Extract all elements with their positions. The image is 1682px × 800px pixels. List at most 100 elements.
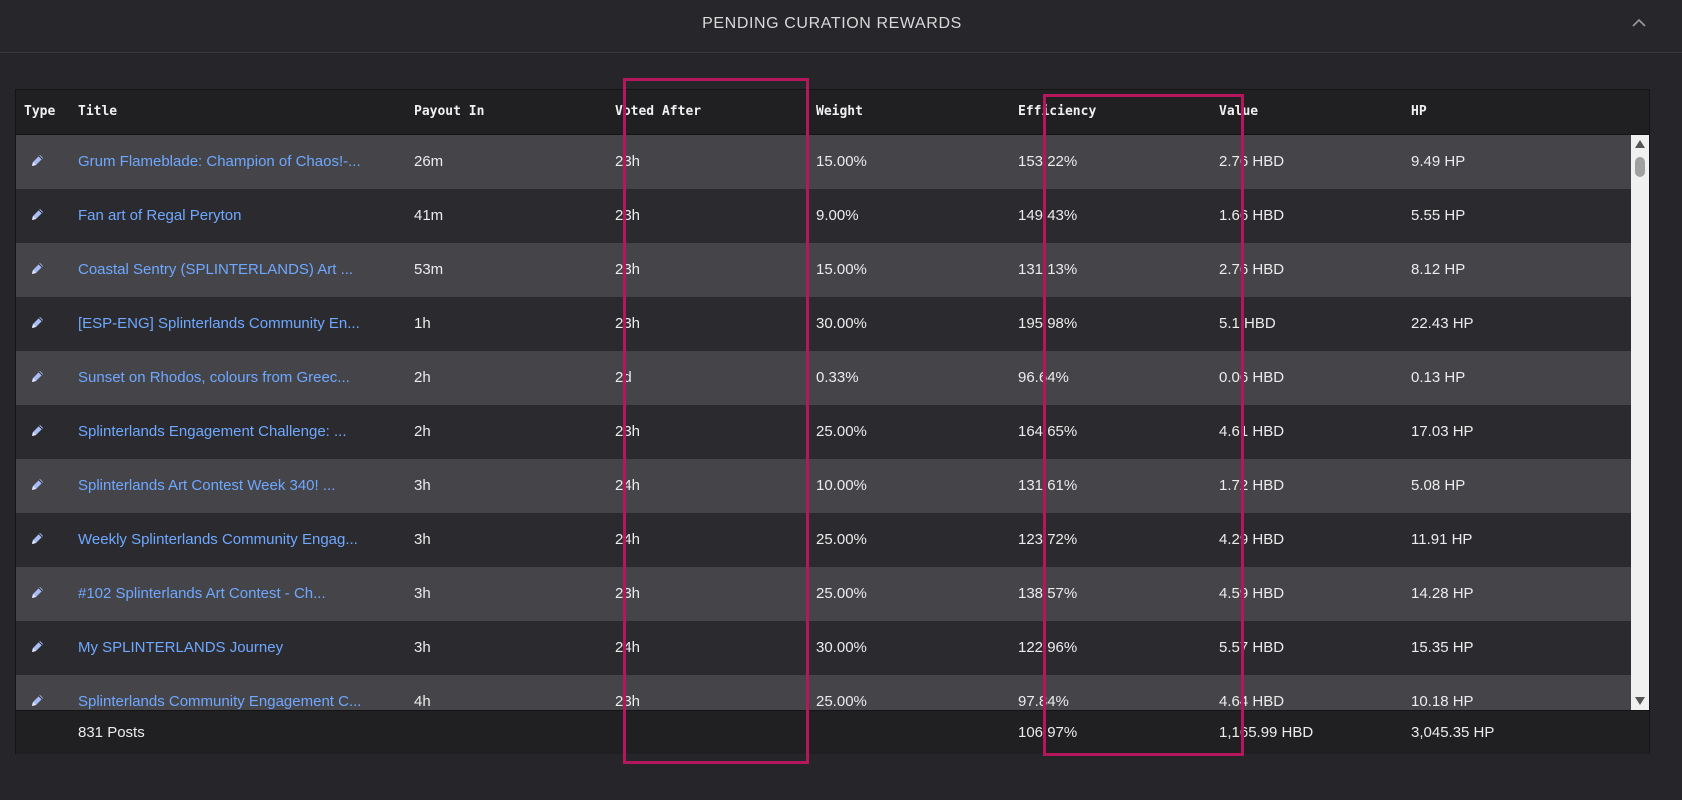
- hp-cell: 5.08 HP: [1411, 477, 1466, 494]
- hp-cell: 9.49 HP: [1411, 153, 1466, 170]
- hp-cell: 14.28 HP: [1411, 585, 1474, 602]
- column-header-title[interactable]: Title: [78, 104, 117, 119]
- voted-after-cell: 23h: [615, 261, 641, 278]
- table-row: Splinterlands Engagement Challenge: ... 2…: [16, 405, 1631, 460]
- efficiency-cell: 131.13%: [1018, 261, 1078, 278]
- voted-after-cell: 24h: [615, 477, 641, 494]
- post-title-link[interactable]: My SPLINTERLANDS Journey: [78, 639, 283, 656]
- post-title-link[interactable]: Splinterlands Engagement Challenge: ...: [78, 423, 347, 440]
- post-title-link[interactable]: Grum Flameblade: Champion of Chaos!-...: [78, 153, 361, 170]
- weight-cell: 25.00%: [816, 531, 867, 548]
- post-title-link[interactable]: #102 Splinterlands Art Contest - Ch...: [78, 585, 326, 602]
- payout-in-cell: 3h: [414, 477, 431, 494]
- pencil-icon[interactable]: [29, 260, 46, 277]
- weight-cell: 9.00%: [816, 207, 859, 224]
- weight-cell: 25.00%: [816, 585, 867, 602]
- voted-after-cell: 23h: [615, 153, 641, 170]
- payout-in-cell: 1h: [414, 315, 431, 332]
- scroll-up-arrow-icon[interactable]: [1634, 139, 1646, 149]
- footer-hp: 3,045.35 HP: [1411, 724, 1495, 741]
- efficiency-cell: 131.61%: [1018, 477, 1078, 494]
- efficiency-cell: 122.96%: [1018, 639, 1078, 656]
- pencil-icon[interactable]: [29, 584, 46, 601]
- pencil-icon[interactable]: [29, 422, 46, 439]
- table-row: Weekly Splinterlands Community Engag... 3…: [16, 513, 1631, 568]
- panel-header: PENDING CURATION REWARDS: [0, 0, 1682, 53]
- post-title-link[interactable]: Sunset on Rhodos, colours from Greec...: [78, 369, 350, 386]
- hp-cell: 0.13 HP: [1411, 369, 1466, 386]
- efficiency-cell: 97.84%: [1018, 693, 1069, 710]
- footer-post-count: 831 Posts: [78, 724, 145, 741]
- post-title-link[interactable]: [ESP-ENG] Splinterlands Community En...: [78, 315, 360, 332]
- voted-after-cell: 24h: [615, 531, 641, 548]
- column-header-weight[interactable]: Weight: [816, 104, 863, 119]
- hp-cell: 10.18 HP: [1411, 693, 1474, 710]
- table-row: Coastal Sentry (SPLINTERLANDS) Art ... 53…: [16, 243, 1631, 298]
- pencil-icon[interactable]: [29, 476, 46, 493]
- column-header-hp[interactable]: HP: [1411, 104, 1427, 119]
- chevron-up-icon[interactable]: [1630, 14, 1648, 32]
- weight-cell: 10.00%: [816, 477, 867, 494]
- value-cell: 0.06 HBD: [1219, 369, 1285, 386]
- weight-cell: 15.00%: [816, 261, 867, 278]
- efficiency-cell: 123.72%: [1018, 531, 1078, 548]
- table-row: Splinterlands Art Contest Week 340! ... 3…: [16, 459, 1631, 514]
- curation-table: Type Title Payout In Voted After Weight …: [15, 89, 1650, 754]
- pencil-icon[interactable]: [29, 692, 46, 709]
- value-cell: 4.64 HBD: [1219, 693, 1285, 710]
- efficiency-cell: 153.22%: [1018, 153, 1078, 170]
- column-header-voted-after[interactable]: Voted After: [615, 104, 701, 119]
- hp-cell: 11.91 HP: [1411, 531, 1473, 548]
- hp-cell: 15.35 HP: [1411, 639, 1474, 656]
- weight-cell: 0.33%: [816, 369, 859, 386]
- payout-in-cell: 3h: [414, 639, 431, 656]
- value-cell: 2.76 HBD: [1219, 153, 1285, 170]
- scroll-thumb[interactable]: [1635, 157, 1645, 177]
- footer-value: 1,165.99 HBD: [1219, 724, 1314, 741]
- scroll-down-arrow-icon[interactable]: [1634, 696, 1646, 706]
- payout-in-cell: 26m: [414, 153, 444, 170]
- payout-in-cell: 41m: [414, 207, 444, 224]
- post-title-link[interactable]: Fan art of Regal Peryton: [78, 207, 241, 224]
- pencil-icon[interactable]: [29, 530, 46, 547]
- value-cell: 4.29 HBD: [1219, 531, 1285, 548]
- weight-cell: 30.00%: [816, 639, 867, 656]
- payout-in-cell: 4h: [414, 693, 431, 710]
- pencil-icon[interactable]: [29, 368, 46, 385]
- table-header: Type Title Payout In Voted After Weight …: [16, 90, 1649, 135]
- column-header-efficiency[interactable]: Efficiency: [1018, 104, 1096, 119]
- voted-after-cell: 23h: [615, 693, 641, 710]
- value-cell: 4.61 HBD: [1219, 423, 1285, 440]
- voted-after-cell: 2d: [615, 369, 632, 386]
- hp-cell: 8.12 HP: [1411, 261, 1466, 278]
- post-title-link[interactable]: Weekly Splinterlands Community Engag...: [78, 531, 358, 548]
- table-row: Grum Flameblade: Champion of Chaos!-... 2…: [16, 135, 1631, 190]
- efficiency-cell: 96.64%: [1018, 369, 1069, 386]
- pencil-icon[interactable]: [29, 638, 46, 655]
- scrollbar[interactable]: [1631, 135, 1649, 710]
- payout-in-cell: 2h: [414, 369, 431, 386]
- table-footer: 831 Posts 106.97% 1,165.99 HBD 3,045.35 …: [16, 710, 1649, 754]
- payout-in-cell: 3h: [414, 585, 431, 602]
- voted-after-cell: 24h: [615, 639, 641, 656]
- weight-cell: 30.00%: [816, 315, 867, 332]
- payout-in-cell: 53m: [414, 261, 444, 278]
- voted-after-cell: 23h: [615, 423, 641, 440]
- table-row: Fan art of Regal Peryton 41m 23h 9.00% 149.4…: [16, 189, 1631, 244]
- post-title-link[interactable]: Coastal Sentry (SPLINTERLANDS) Art ...: [78, 261, 353, 278]
- table-row: Sunset on Rhodos, colours from Greec... 2…: [16, 351, 1631, 406]
- efficiency-cell: 138.57%: [1018, 585, 1078, 602]
- column-header-value[interactable]: Value: [1219, 104, 1258, 119]
- column-header-payout-in[interactable]: Payout In: [414, 104, 484, 119]
- table-row: #102 Splinterlands Art Contest - Ch... 3h…: [16, 567, 1631, 622]
- pencil-icon[interactable]: [29, 206, 46, 223]
- post-title-link[interactable]: Splinterlands Community Engagement C...: [78, 693, 361, 710]
- value-cell: 5.1 HBD: [1219, 315, 1276, 332]
- pencil-icon[interactable]: [29, 152, 46, 169]
- value-cell: 4.59 HBD: [1219, 585, 1285, 602]
- pencil-icon[interactable]: [29, 314, 46, 331]
- column-header-type[interactable]: Type: [24, 104, 55, 119]
- payout-in-cell: 3h: [414, 531, 431, 548]
- panel-title: PENDING CURATION REWARDS: [702, 15, 962, 32]
- post-title-link[interactable]: Splinterlands Art Contest Week 340! ...: [78, 477, 335, 494]
